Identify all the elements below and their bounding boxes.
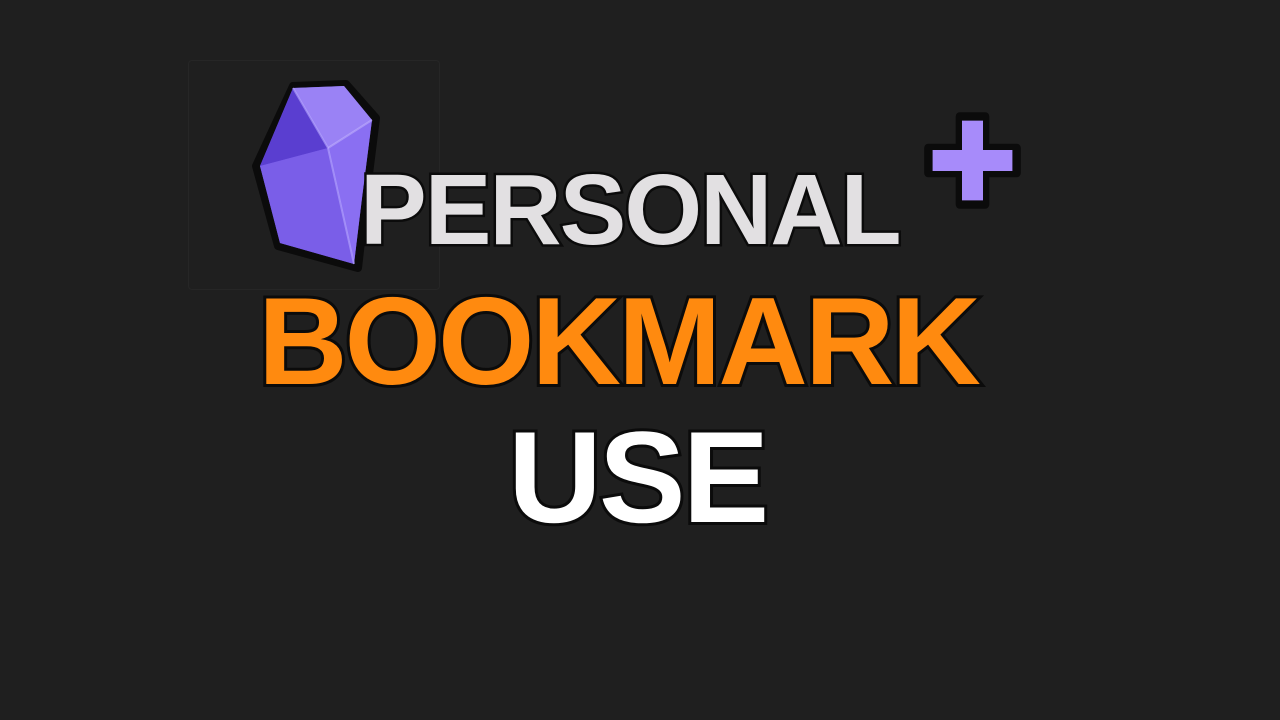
headline-line-use: USE (505, 404, 772, 550)
plus-icon (924, 112, 1021, 209)
thumbnail-canvas: PERSONAL BOOKMARK USE (0, 0, 1280, 720)
headline-line-bookmark: BOOKMARK (255, 273, 984, 411)
headline-line-personal: PERSONAL (358, 154, 905, 266)
